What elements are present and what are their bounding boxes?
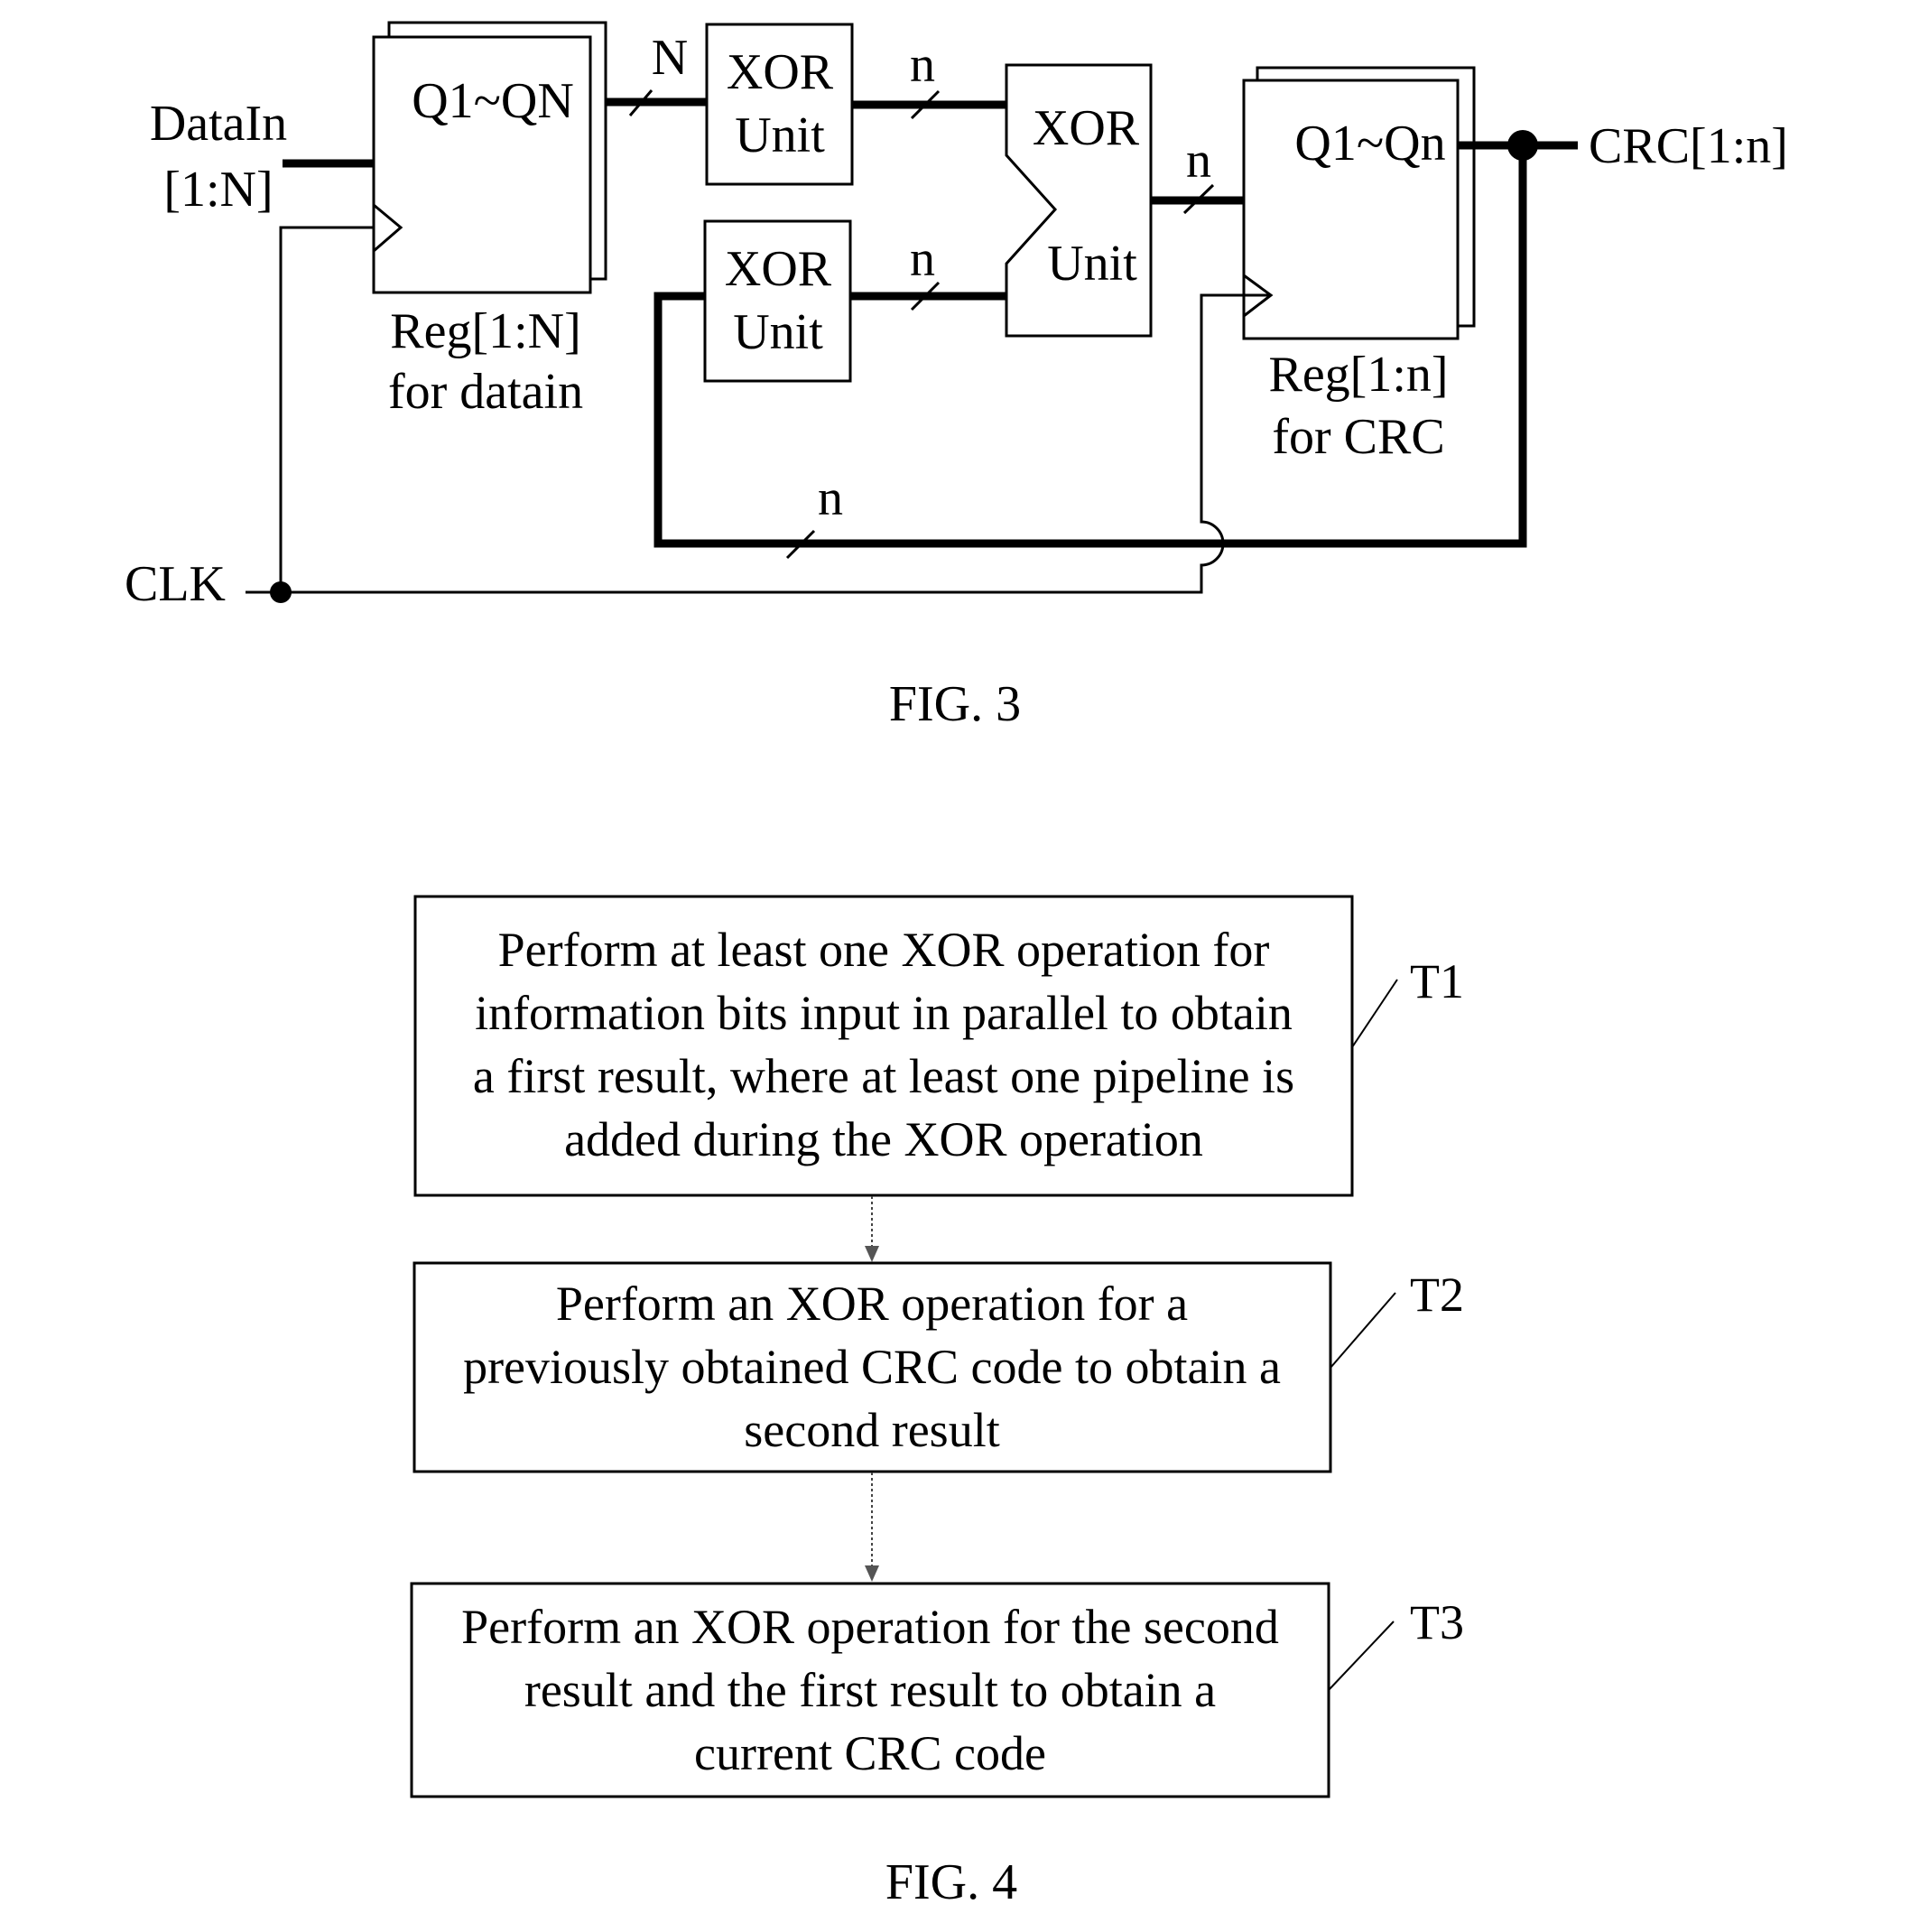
crc-register-sublabel: for CRC bbox=[1272, 409, 1444, 465]
step-t1-id: T1 bbox=[1410, 954, 1464, 1008]
clk-to-data-register bbox=[279, 226, 374, 592]
step-t2-line: previously obtained CRC code to obtain a bbox=[463, 1340, 1281, 1394]
xor-unit-combine-label: XOR bbox=[1033, 100, 1140, 156]
crc-output-label: CRC[1:n] bbox=[1589, 118, 1788, 174]
step-t3-id: T3 bbox=[1410, 1595, 1464, 1649]
step-t2-line: second result bbox=[744, 1403, 999, 1457]
fig4-caption: FIG. 4 bbox=[885, 1854, 1017, 1910]
arrow-head bbox=[865, 1246, 879, 1262]
step-t3-leader bbox=[1328, 1621, 1395, 1691]
data-register-sublabel: for datain bbox=[388, 364, 583, 420]
fig3-caption: FIG. 3 bbox=[889, 676, 1021, 732]
crc-register-outputs: Q1~Qn bbox=[1294, 116, 1445, 172]
datain-label: DataIn bbox=[150, 96, 287, 152]
xor-unit-bottom-sublabel: Unit bbox=[733, 304, 823, 360]
data-register-outputs: Q1~QN bbox=[412, 73, 574, 129]
xor-unit-combine-sublabel: Unit bbox=[1047, 236, 1137, 292]
step-t1-line: information bits input in parallel to ob… bbox=[475, 986, 1293, 1040]
arrow-head bbox=[865, 1565, 879, 1582]
datain-range-label: [1:N] bbox=[163, 162, 273, 218]
xor-unit-top-sublabel: Unit bbox=[735, 107, 825, 163]
step-t1-line: a first result, where at least one pipel… bbox=[473, 1049, 1294, 1103]
crc-register-label: Reg[1:n] bbox=[1268, 347, 1448, 403]
step-t2-leader bbox=[1330, 1292, 1396, 1369]
patent-figures: DataIn [1:N] Q1~QN Reg[1:N] for datain N… bbox=[125, 21, 1788, 1910]
fig4-flowchart: Perform at least one XOR operation for i… bbox=[410, 895, 1464, 1910]
clk-label: CLK bbox=[125, 556, 226, 612]
fig3-circuit: DataIn [1:N] Q1~QN Reg[1:N] for datain N… bbox=[125, 21, 1788, 732]
bus-width-label: n bbox=[818, 470, 843, 526]
step-t1-leader bbox=[1351, 979, 1398, 1048]
step-t2-id: T2 bbox=[1410, 1268, 1464, 1322]
bus-width-label: n bbox=[1186, 133, 1211, 189]
data-register-label: Reg[1:N] bbox=[390, 303, 581, 359]
step-t2-line: Perform an XOR operation for a bbox=[556, 1277, 1188, 1331]
xor-unit-top-label: XOR bbox=[727, 44, 834, 100]
step-t3-line: result and the first result to obtain a bbox=[524, 1663, 1216, 1717]
step-t1-line: Perform at least one XOR operation for bbox=[498, 923, 1270, 977]
step-t3-line: Perform an XOR operation for the second bbox=[461, 1600, 1279, 1654]
step-t1-line: added during the XOR operation bbox=[564, 1112, 1203, 1166]
xor-unit-bottom-label: XOR bbox=[725, 241, 832, 297]
bus-width-label: n bbox=[910, 231, 935, 287]
bus-width-label: N bbox=[652, 30, 688, 86]
step-t3-line: current CRC code bbox=[694, 1726, 1046, 1780]
bus-width-label: n bbox=[910, 37, 935, 93]
